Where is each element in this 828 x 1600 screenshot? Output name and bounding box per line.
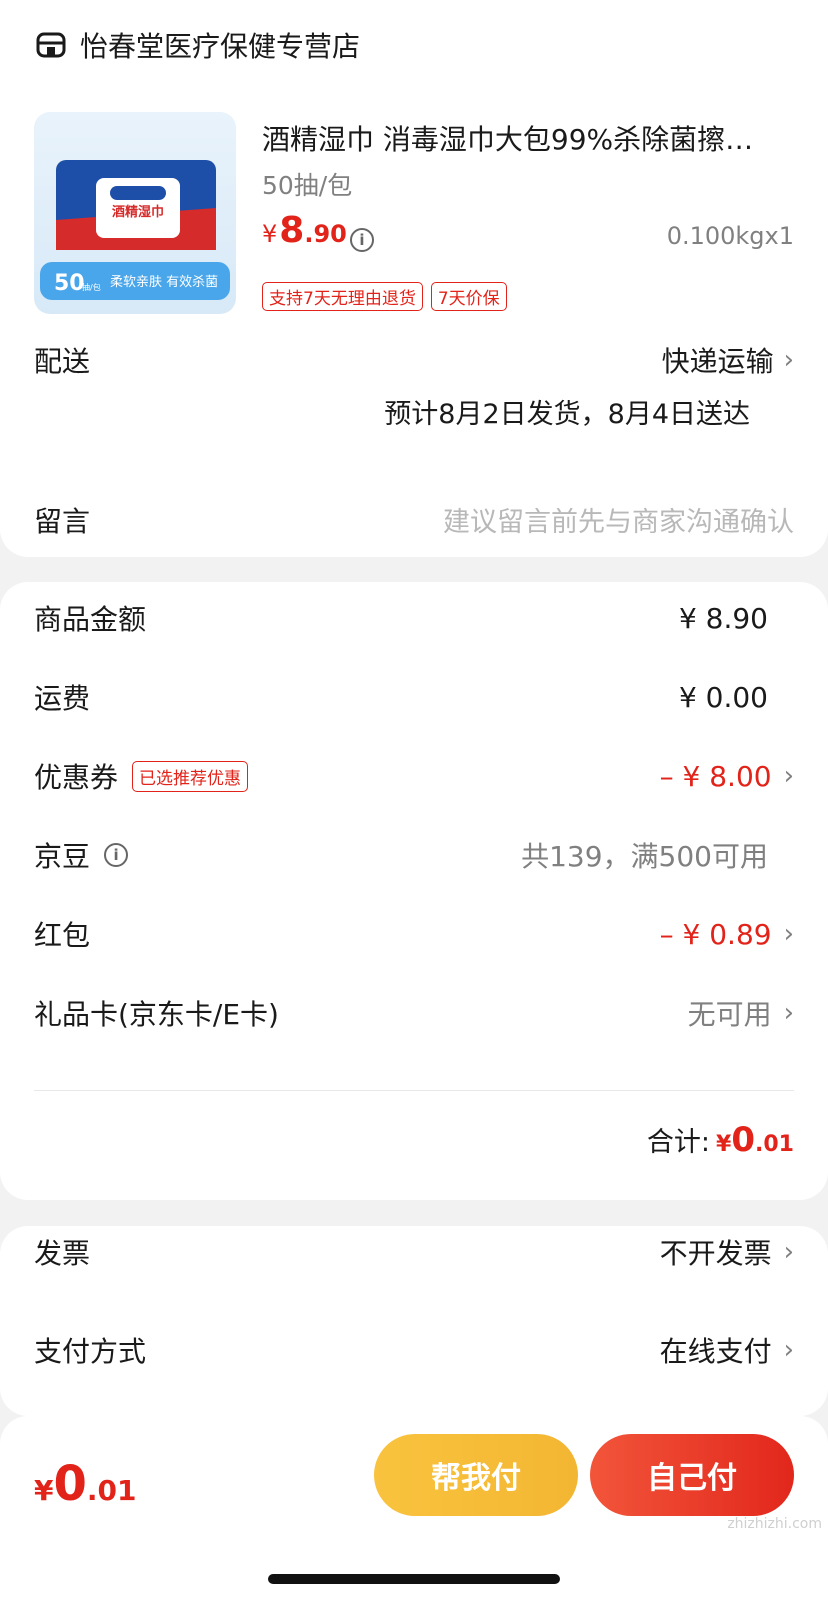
jingdou-value: 共139，满500可用 bbox=[521, 840, 768, 873]
gift-card-row[interactable]: 礼品卡(京东卡/E卡) 无可用 › bbox=[34, 993, 794, 1033]
total-integer: 0 bbox=[731, 1120, 756, 1160]
pack-count-unit: 抽/包 bbox=[82, 282, 101, 292]
chevron-right-icon: › bbox=[783, 761, 794, 791]
goods-amount-value: ¥ 8.90 bbox=[678, 601, 768, 635]
home-indicator[interactable] bbox=[268, 1574, 560, 1584]
total-currency: ¥ bbox=[716, 1132, 732, 1157]
wipes-package-image: 酒精湿巾 50 抽/包 柔软亲肤 有效杀菌 bbox=[40, 160, 230, 300]
coupon-label: 优惠券 bbox=[34, 761, 119, 794]
invoice-label: 发票 bbox=[34, 1237, 91, 1270]
payment-method-label: 支付方式 bbox=[34, 1335, 147, 1368]
invoice-value: 不开发票 bbox=[659, 1237, 772, 1270]
store-header[interactable]: 怡春堂医疗保健专营店 bbox=[36, 28, 361, 63]
checkout-integer: 0 bbox=[53, 1456, 87, 1512]
delivery-label: 配送 bbox=[34, 345, 91, 378]
store-name: 怡春堂医疗保健专营店 bbox=[80, 30, 361, 63]
store-icon bbox=[36, 32, 66, 58]
coupon-value: – ¥ 8.00 bbox=[659, 759, 772, 793]
order-total: 合计: ¥ 0 .01 bbox=[647, 1120, 794, 1160]
service-tags: 支持7天无理由退货 7天价保 bbox=[262, 282, 507, 311]
chevron-right-icon: › bbox=[783, 919, 794, 949]
checkout-currency: ¥ bbox=[34, 1474, 54, 1507]
payment-method-value: 在线支付 bbox=[659, 1335, 772, 1368]
chevron-right-icon: › bbox=[783, 345, 794, 375]
order-item-card: 怡春堂医疗保健专营店 酒精湿巾 50 抽/包 柔软亲肤 有效杀菌 酒精湿巾 消毒… bbox=[0, 0, 828, 557]
checkout-bar: ¥ 0 .01 帮我付 自己付 zhizhizhi.com bbox=[0, 1416, 828, 1600]
invoice-row[interactable]: 发票 不开发票 › bbox=[34, 1232, 794, 1272]
red-packet-value: – ¥ 0.89 bbox=[659, 917, 772, 951]
jingdou-row: 京豆 i 共139，满500可用 bbox=[34, 835, 794, 875]
goods-amount-label: 商品金额 bbox=[34, 603, 147, 636]
help-pay-button[interactable]: 帮我付 bbox=[374, 1434, 578, 1516]
gift-card-label: 礼品卡(京东卡/E卡) bbox=[34, 998, 279, 1031]
total-decimal: .01 bbox=[755, 1132, 794, 1157]
product-price: ¥ 8 .90 bbox=[262, 210, 347, 251]
delivery-method: 快递运输 bbox=[661, 345, 774, 378]
price-info-icon[interactable]: i bbox=[350, 228, 374, 252]
gift-card-value: 无可用 bbox=[687, 998, 772, 1031]
checkout-decimal: .01 bbox=[86, 1474, 137, 1507]
chevron-right-icon: › bbox=[783, 1335, 794, 1365]
product-image[interactable]: 酒精湿巾 50 抽/包 柔软亲肤 有效杀菌 bbox=[34, 112, 236, 314]
shipping-row: 运费 ¥ 0.00 bbox=[34, 677, 794, 717]
price-breakdown-card: 商品金额 ¥ 8.90 运费 ¥ 0.00 优惠券 已选推荐优惠 – ¥ 8.0… bbox=[0, 582, 828, 1200]
self-pay-button[interactable]: 自己付 bbox=[590, 1434, 794, 1516]
jingdou-label: 京豆 bbox=[34, 840, 91, 873]
price-decimal: .90 bbox=[304, 220, 347, 248]
invoice-payment-card: 发票 不开发票 › 支付方式 在线支付 › bbox=[0, 1226, 828, 1416]
price-protect-tag: 7天价保 bbox=[430, 282, 507, 311]
price-currency: ¥ bbox=[262, 220, 278, 248]
chevron-right-icon: › bbox=[783, 1237, 794, 1267]
delivery-estimate: 预计8月2日发货，8月4日送达 bbox=[384, 399, 750, 430]
goods-amount-row: 商品金额 ¥ 8.90 bbox=[34, 598, 794, 638]
chevron-right-icon: › bbox=[783, 998, 794, 1028]
shipping-value: ¥ 0.00 bbox=[678, 680, 768, 714]
watermark: zhizhizhi.com bbox=[727, 1516, 822, 1532]
pack-banner: 柔软亲肤 有效杀菌 bbox=[110, 275, 218, 290]
total-label: 合计: bbox=[646, 1127, 711, 1158]
pack-count: 50 bbox=[54, 271, 85, 296]
product-weight-qty: 0.100kgx1 bbox=[666, 222, 794, 250]
divider bbox=[34, 1090, 794, 1091]
shipping-label: 运费 bbox=[34, 682, 91, 715]
price-integer: 8 bbox=[279, 210, 305, 251]
red-packet-row[interactable]: 红包 – ¥ 0.89 › bbox=[34, 914, 794, 954]
message-input[interactable]: 建议留言前先与商家沟通确认 bbox=[443, 500, 794, 539]
coupon-row[interactable]: 优惠券 已选推荐优惠 – ¥ 8.00 › bbox=[34, 756, 794, 796]
coupon-recommended-tag: 已选推荐优惠 bbox=[132, 760, 249, 792]
pack-label: 酒精湿巾 bbox=[112, 204, 164, 220]
product-title[interactable]: 酒精湿巾 消毒湿巾大包99%杀除菌擦… bbox=[262, 118, 792, 158]
product-spec: 50抽/包 bbox=[262, 171, 353, 200]
jingdou-info-icon[interactable]: i bbox=[104, 843, 129, 867]
message-label: 留言 bbox=[34, 505, 91, 538]
payment-method-row[interactable]: 支付方式 在线支付 › bbox=[34, 1330, 794, 1370]
return-policy-tag: 支持7天无理由退货 bbox=[262, 282, 423, 311]
red-packet-label: 红包 bbox=[34, 919, 91, 952]
delivery-method-selector[interactable]: 快递运输 › bbox=[662, 340, 794, 380]
checkout-total: ¥ 0 .01 bbox=[34, 1456, 137, 1512]
